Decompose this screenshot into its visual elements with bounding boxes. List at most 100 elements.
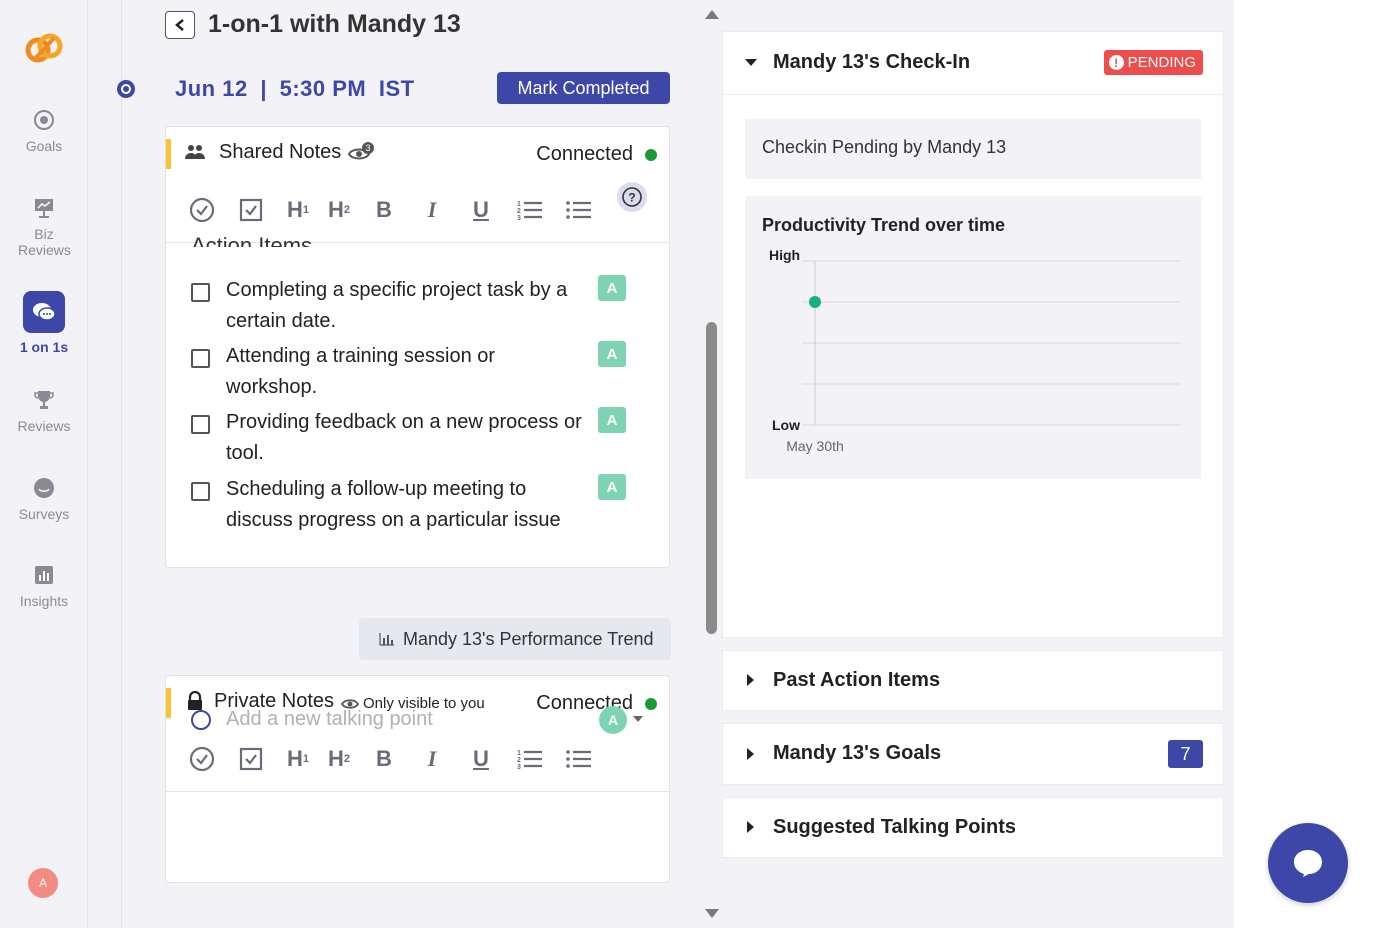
toggle-check-button[interactable]: [187, 195, 217, 225]
action-item-checkbox[interactable]: [191, 349, 210, 368]
heading2-label: H: [327, 746, 344, 771]
heading1-button[interactable]: H1: [283, 195, 313, 225]
ordered-list-icon: 123: [517, 750, 542, 770]
svg-text:2: 2: [517, 757, 521, 764]
chat-launcher-button[interactable]: [1268, 823, 1348, 903]
check-circle-icon: [189, 197, 215, 223]
checkbox-list-button[interactable]: [236, 744, 266, 774]
toggle-check-button[interactable]: [187, 744, 217, 774]
checkbox-list-button[interactable]: [236, 195, 266, 225]
italic-button[interactable]: I: [417, 195, 447, 225]
assignee-badge[interactable]: A: [598, 341, 626, 367]
ordered-list-button[interactable]: 123: [515, 744, 545, 774]
mark-completed-button[interactable]: Mark Completed: [497, 72, 670, 104]
back-button[interactable]: [165, 11, 195, 39]
page-margin: [1234, 0, 1373, 928]
sidebar-item-goals[interactable]: Goals: [0, 108, 88, 154]
heading1-button[interactable]: H1: [283, 744, 313, 774]
y-tick-label: High: [769, 247, 800, 263]
new-talking-point-row: Add a new talking point A: [191, 706, 646, 734]
shared-notes-toolbar: H1 H2 B I U 123 ?: [166, 181, 669, 243]
ordered-list-button[interactable]: 123: [515, 195, 545, 225]
chat-bubbles-icon: [23, 291, 65, 333]
suggested-talking-points-panel[interactable]: Suggested Talking Points: [722, 797, 1224, 858]
data-point: [809, 296, 821, 308]
viewers-indicator[interactable]: 3: [348, 142, 378, 164]
sidebar-item-label: 1 on 1s: [19, 339, 69, 355]
talking-point-radio[interactable]: [191, 710, 211, 730]
productivity-chart-svg: High Low May 30th: [769, 247, 1181, 454]
assignee-badge[interactable]: A: [598, 474, 626, 500]
checkbox-icon: [239, 198, 263, 222]
bold-button[interactable]: B: [369, 195, 399, 225]
action-item-text[interactable]: Attending a training session or workshop…: [226, 341, 526, 403]
assignee-badge[interactable]: A: [598, 407, 626, 433]
heading2-button[interactable]: H2: [324, 744, 354, 774]
sidebar-item-1on1s[interactable]: 1 on 1s: [0, 291, 88, 355]
performance-trend-button[interactable]: Mandy 13's Performance Trend: [359, 618, 671, 660]
italic-button[interactable]: I: [417, 744, 447, 774]
underline-button[interactable]: U: [466, 195, 496, 225]
bullet-list-button[interactable]: [564, 744, 594, 774]
heading2-button[interactable]: H2: [324, 195, 354, 225]
chat-bubble-icon: [1294, 850, 1322, 877]
checkin-header[interactable]: Mandy 13's Check-In ! PENDING: [723, 32, 1223, 95]
sidebar-item-reviews[interactable]: Reviews: [0, 388, 88, 434]
sidebar-item-label: Biz Reviews: [18, 226, 71, 258]
bullet-list-icon: [566, 750, 591, 768]
checkin-pending-text: Checkin Pending by Mandy 13: [745, 119, 1201, 179]
ordered-list-icon: 123: [517, 201, 542, 221]
bullet-list-icon: [566, 201, 591, 219]
past-action-items-panel[interactable]: Past Action Items: [722, 650, 1224, 711]
viewers-count: 3: [362, 142, 374, 154]
sidebar-item-biz-reviews[interactable]: Biz Reviews: [0, 196, 88, 258]
trophy-icon: [34, 391, 54, 409]
sidebar-item-insights[interactable]: Insights: [0, 563, 88, 609]
private-notes-toolbar: H1 H2 B I U 123: [166, 730, 669, 792]
meeting-datetime: Jun 12 | 5:30 PM IST: [175, 76, 415, 102]
productivity-chart: Productivity Trend over time High Low May …: [745, 196, 1201, 479]
sidebar-item-label: Surveys: [18, 506, 70, 522]
checkin-title: Mandy 13's Check-In: [773, 51, 971, 73]
svg-text:1: 1: [517, 201, 521, 208]
heading2-label: H: [327, 197, 344, 222]
talking-point-input[interactable]: Add a new talking point: [226, 708, 433, 731]
app-logo[interactable]: [22, 28, 66, 72]
action-item-checkbox[interactable]: [191, 415, 210, 434]
action-item-checkbox[interactable]: [191, 283, 210, 302]
section-title: Mandy 13's Goals: [773, 742, 942, 764]
caret-right-icon: [747, 748, 754, 760]
underline-button[interactable]: U: [466, 744, 496, 774]
scroll-down-arrow[interactable]: [705, 909, 719, 918]
svg-text:3: 3: [517, 764, 521, 770]
user-avatar[interactable]: A: [28, 868, 58, 898]
scrollbar-thumb[interactable]: [706, 322, 717, 634]
chevron-down-icon[interactable]: [633, 716, 643, 722]
heading1-label: H: [286, 746, 303, 771]
bullet-list-button[interactable]: [564, 195, 594, 225]
y-tick-label: Low: [772, 417, 800, 433]
action-item-text[interactable]: Scheduling a follow-up meeting to discus…: [226, 474, 576, 536]
assignee-avatar[interactable]: A: [599, 706, 627, 734]
status-badge-label: PENDING: [1127, 54, 1196, 71]
action-item-checkbox[interactable]: [191, 482, 210, 501]
assignee-badge[interactable]: A: [598, 275, 626, 301]
goals-panel[interactable]: Mandy 13's Goals 7: [722, 723, 1224, 785]
sidebar-item-surveys[interactable]: Surveys: [0, 476, 88, 522]
connection-dot: [645, 149, 657, 161]
private-notes-card: Private Notes Only visible to you Connec…: [165, 675, 670, 883]
bar-chart-icon: [379, 633, 394, 646]
connection-status: Connected: [536, 143, 633, 165]
survey-bubble-icon: [34, 478, 54, 498]
help-button[interactable]: ?: [617, 182, 647, 212]
scroll-up-arrow[interactable]: [705, 10, 719, 19]
chevron-left-icon: [175, 19, 184, 31]
svg-text:1: 1: [517, 750, 521, 757]
action-item-text[interactable]: Completing a specific project task by a …: [226, 275, 596, 337]
highlight-bar: [166, 688, 171, 718]
bold-button[interactable]: B: [369, 744, 399, 774]
meeting-timezone: IST: [378, 76, 415, 101]
svg-text:3: 3: [517, 215, 521, 221]
heading1-sub: 1: [302, 753, 309, 765]
action-item-text[interactable]: Providing feedback on a new process or t…: [226, 407, 596, 469]
